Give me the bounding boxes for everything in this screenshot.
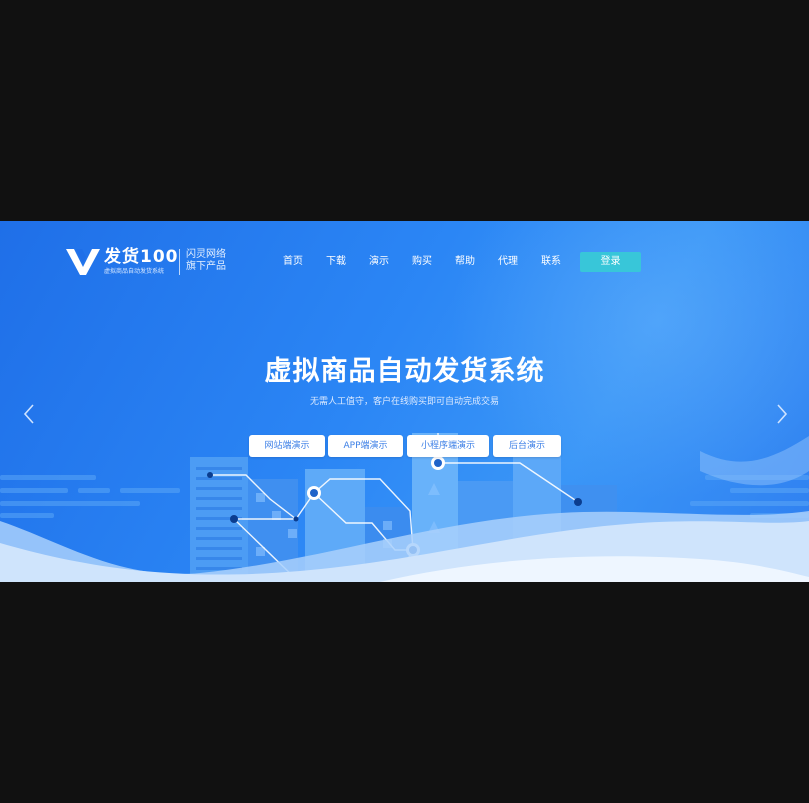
nav-home[interactable]: 首页 [283, 253, 303, 271]
letterbox-bottom [0, 582, 809, 803]
hero-subtitle: 无需人工值守，客户在线购买即可自动完成交易 [309, 397, 499, 407]
carousel-prev-button[interactable] [19, 402, 39, 426]
chevron-right-icon [777, 404, 788, 424]
letterbox-top [0, 0, 809, 221]
logo-divider [179, 249, 180, 275]
app-demo-button[interactable]: APP端演示 [328, 435, 403, 457]
nav-download[interactable]: 下载 [326, 253, 346, 271]
hero-title: 虚拟商品自动发货系统 [264, 356, 545, 387]
nav-demo[interactable]: 演示 [369, 253, 389, 271]
brand-logo[interactable]: 发货100 虚拟商品自动发货系统 [66, 247, 179, 277]
admin-demo-button[interactable]: 后台演示 [493, 435, 561, 457]
login-button[interactable]: 登录 [580, 252, 641, 272]
carousel-next-button[interactable] [772, 402, 792, 426]
logo-subtitle: 虚拟商品自动发货系统 [104, 268, 165, 275]
web-demo-button[interactable]: 网站端演示 [249, 435, 325, 457]
logo-tagline: 闪灵网络 旗下产品 [186, 249, 226, 273]
logo-name: 发货100 [104, 247, 179, 267]
nav-help[interactable]: 帮助 [455, 253, 475, 271]
logo-v-icon [66, 249, 100, 275]
chevron-left-icon [23, 404, 34, 424]
nav-contact[interactable]: 联系 [541, 253, 561, 271]
miniprogram-demo-button[interactable]: 小程序端演示 [407, 435, 489, 457]
logo-tagline-line1: 闪灵网络 [186, 249, 226, 260]
nav-agent[interactable]: 代理 [498, 253, 518, 271]
nav-purchase[interactable]: 购买 [412, 253, 432, 271]
logo-tagline-line2: 旗下产品 [186, 261, 226, 272]
